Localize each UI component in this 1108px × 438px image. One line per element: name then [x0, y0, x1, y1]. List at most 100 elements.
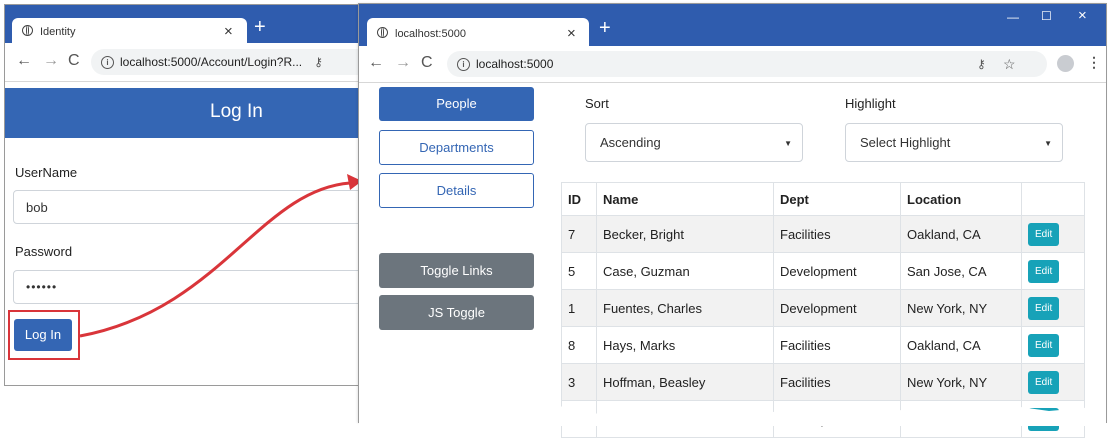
cell-name: Fuentes, Charles [596, 289, 774, 327]
cell-dept: Facilities [773, 215, 901, 253]
app-tab[interactable]: localhost:5000 × [367, 18, 589, 46]
maximize-icon[interactable]: ☐ [1041, 9, 1052, 23]
edit-button[interactable]: Edit [1028, 259, 1060, 283]
app-browser-window: localhost:5000 × + — ☐ × ← → C i localhos… [358, 3, 1107, 438]
profile-icon[interactable] [1057, 55, 1074, 72]
globe-icon [377, 27, 388, 38]
login-heading: Log In [210, 101, 263, 122]
cell-name: Hoffman, Beasley [596, 363, 774, 401]
cell-dept: Development [773, 252, 901, 290]
sidebar-item-details[interactable]: Details [379, 173, 534, 208]
new-tab-icon[interactable]: + [599, 17, 611, 40]
cell-dept: Facilities [773, 326, 901, 364]
login-tab-title: Identity [40, 26, 76, 38]
login-url-field[interactable]: i localhost:5000/Account/Login?R... ⚷ [91, 49, 381, 75]
cell-location: New York, NY [900, 363, 1022, 401]
cell-actions: Edit [1021, 215, 1085, 253]
login-address-bar: ← → C i localhost:5000/Account/Login?R...… [5, 43, 381, 82]
password-label: Password [15, 244, 73, 259]
cell-location: Oakland, CA [900, 215, 1022, 253]
highlight-selected-value: Select Highlight [860, 135, 951, 150]
sort-select[interactable]: Ascending ▼ [585, 123, 803, 162]
column-header-name[interactable]: Name [596, 182, 774, 216]
edit-button[interactable]: Edit [1028, 333, 1060, 357]
table-row: 1 Fuentes, Charles Development New York, NY… [561, 289, 1085, 327]
table-row: 7 Becker, Bright Facilities Oakland, CA Edit [561, 215, 1085, 253]
minimize-icon[interactable]: — [1007, 10, 1019, 24]
cell-actions: Edit [1021, 326, 1085, 364]
cell-name: Becker, Bright [596, 215, 774, 253]
sort-selected-value: Ascending [600, 135, 661, 150]
password-value: •••••• [26, 280, 58, 294]
close-tab-icon[interactable]: × [224, 23, 233, 40]
torn-edge [359, 404, 1106, 426]
login-browser-window: Identity × + ← → C i localhost:5000/Accou… [4, 4, 393, 386]
cell-actions: Edit [1021, 252, 1085, 290]
sort-label: Sort [585, 96, 609, 111]
cell-location: Oakland, CA [900, 326, 1022, 364]
table-row: 3 Hoffman, Beasley Facilities New York, NY E… [561, 363, 1085, 401]
table-row: 8 Hays, Marks Facilities Oakland, CA Edit [561, 326, 1085, 364]
app-tab-strip: localhost:5000 × + — ☐ × [359, 4, 1106, 46]
chevron-down-icon: ▼ [1044, 139, 1052, 148]
highlight-label: Highlight [845, 96, 896, 111]
close-tab-icon[interactable]: × [567, 25, 576, 42]
login-tab[interactable]: Identity × [12, 18, 247, 43]
table-row: 5 Case, Guzman Development San Jose, CA Edit [561, 252, 1085, 290]
cell-actions: Edit [1021, 363, 1085, 401]
highlight-select[interactable]: Select Highlight ▼ [845, 123, 1063, 162]
edit-button[interactable]: Edit [1028, 370, 1060, 394]
cell-name: Hays, Marks [596, 326, 774, 364]
column-header-id[interactable]: ID [561, 182, 597, 216]
app-tab-title: localhost:5000 [395, 28, 466, 40]
menu-icon[interactable]: ⋮ [1087, 54, 1101, 71]
table-header-row: ID Name Dept Location [561, 182, 1085, 216]
site-info-icon[interactable]: i [457, 58, 470, 72]
app-url-field[interactable]: i localhost:5000 ⚷ ☆ [447, 51, 1047, 77]
app-url-text: localhost:5000 [476, 57, 554, 71]
login-header: Log In [5, 88, 373, 138]
cell-dept: Facilities [773, 363, 901, 401]
login-submit-button[interactable]: Log In [14, 319, 72, 351]
sidebar-item-people[interactable]: People [379, 87, 534, 121]
cell-name: Case, Guzman [596, 252, 774, 290]
sidebar-item-departments[interactable]: Departments [379, 130, 534, 165]
login-url-text: localhost:5000/Account/Login?R... [120, 55, 303, 69]
cell-id: 5 [561, 252, 597, 290]
cell-dept: Development [773, 289, 901, 327]
column-header-dept[interactable]: Dept [773, 182, 901, 216]
reload-icon[interactable]: C [68, 52, 80, 70]
cell-location: New York, NY [900, 289, 1022, 327]
cell-id: 1 [561, 289, 597, 327]
close-window-icon[interactable]: × [1078, 7, 1087, 24]
back-icon[interactable]: ← [368, 54, 384, 72]
cell-id: 7 [561, 215, 597, 253]
cell-location: San Jose, CA [900, 252, 1022, 290]
back-icon[interactable]: ← [16, 52, 32, 70]
site-info-icon[interactable]: i [101, 56, 114, 70]
forward-icon[interactable]: → [395, 54, 411, 72]
toggle-links-button[interactable]: Toggle Links [379, 253, 534, 288]
app-address-bar: ← → C i localhost:5000 ⚷ ☆ ⋮ [359, 46, 1106, 83]
username-label: UserName [15, 165, 78, 180]
password-field[interactable]: •••••• [13, 270, 393, 304]
column-header-actions [1021, 182, 1085, 216]
chevron-down-icon: ▼ [784, 139, 792, 148]
globe-icon [22, 25, 33, 36]
cell-id: 8 [561, 326, 597, 364]
username-field[interactable]: bob [13, 190, 393, 224]
new-tab-icon[interactable]: + [254, 16, 266, 39]
js-toggle-button[interactable]: JS Toggle [379, 295, 534, 330]
column-header-location[interactable]: Location [900, 182, 1022, 216]
edit-button[interactable]: Edit [1028, 296, 1060, 320]
cell-actions: Edit [1021, 289, 1085, 327]
cell-id: 3 [561, 363, 597, 401]
key-icon[interactable]: ⚷ [314, 55, 323, 69]
reload-icon[interactable]: C [421, 54, 433, 72]
key-icon[interactable]: ⚷ [977, 51, 986, 77]
login-tab-strip: Identity × + [5, 5, 373, 43]
star-icon[interactable]: ☆ [1003, 51, 1016, 77]
forward-icon[interactable]: → [43, 52, 59, 70]
edit-button[interactable]: Edit [1028, 222, 1060, 246]
username-value: bob [26, 200, 48, 215]
